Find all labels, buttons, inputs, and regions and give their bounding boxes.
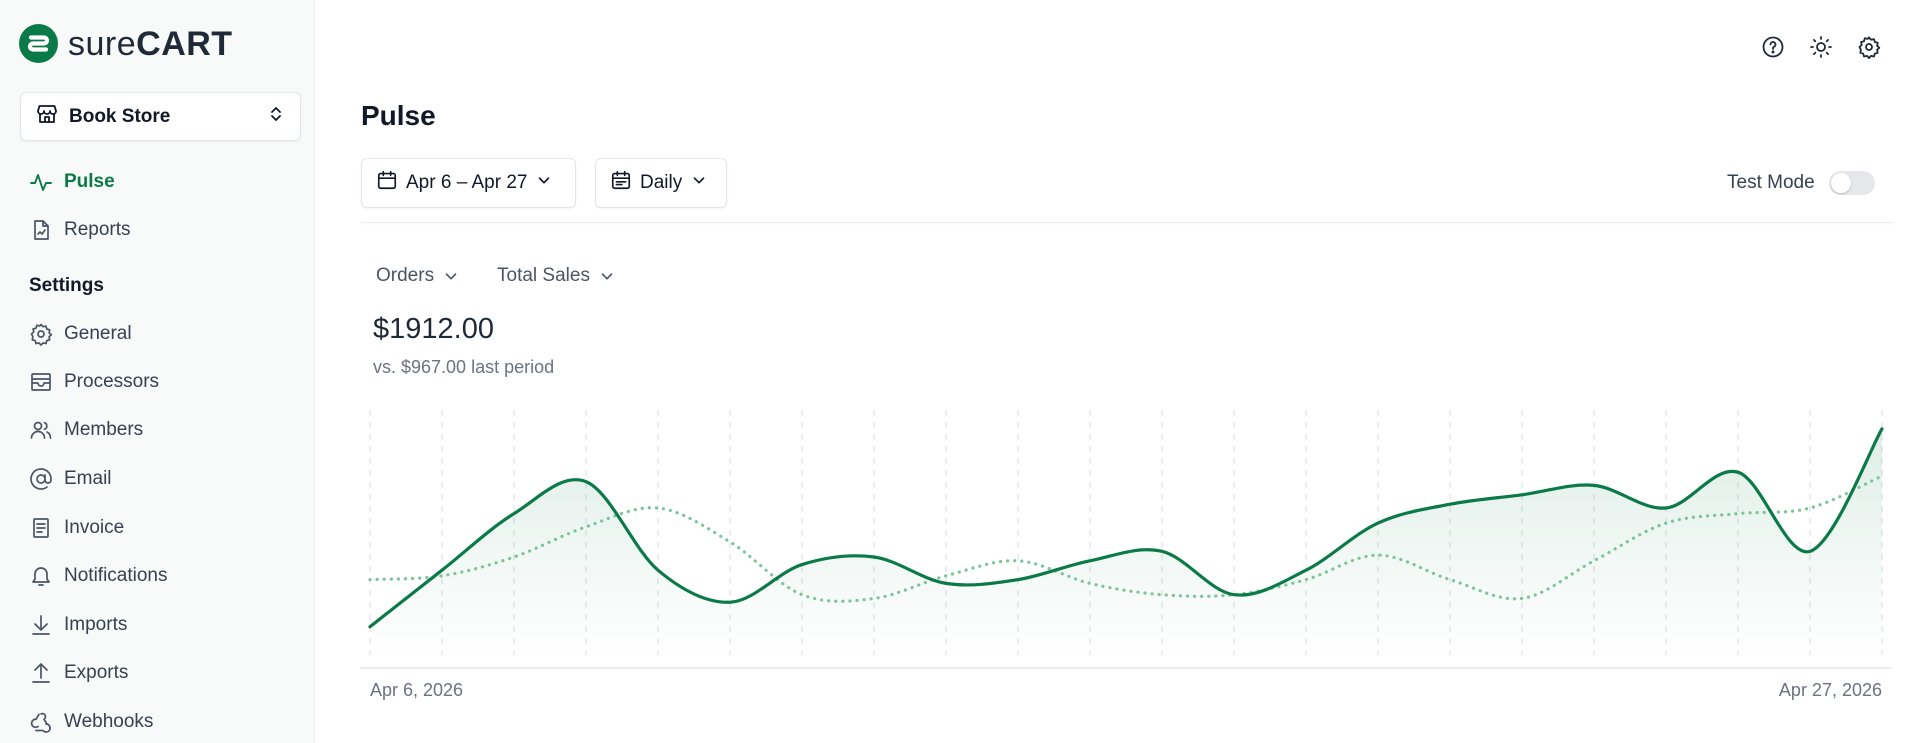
at-icon <box>29 467 53 491</box>
test-mode-toggle[interactable] <box>1828 171 1875 195</box>
metric-dropdown-label: Total Sales <box>497 265 590 286</box>
sidebar-item-general[interactable]: General <box>29 317 132 351</box>
chevron-up-down-icon <box>266 104 286 129</box>
header-divider <box>361 222 1893 223</box>
date-range-label: Apr 6 – Apr 27 <box>406 172 528 193</box>
metric-dropdown-orders[interactable]: Orders <box>376 265 460 287</box>
download-icon <box>29 613 53 637</box>
surecart-logo-icon <box>19 24 58 63</box>
invoice-icon <box>29 516 53 540</box>
sidebar-item-label: Processors <box>64 371 160 392</box>
processor-icon <box>29 370 53 394</box>
chevron-down-icon <box>535 171 553 195</box>
sidebar-item-processors[interactable]: Processors <box>29 365 159 399</box>
series-area-fill <box>370 428 1882 655</box>
date-range-button[interactable]: Apr 6 – Apr 27 <box>361 158 576 208</box>
gear-icon[interactable] <box>1856 34 1882 60</box>
brand-logo[interactable]: sureCART <box>19 24 233 63</box>
total-value: $1912.00 <box>373 313 494 345</box>
sun-icon[interactable] <box>1808 34 1834 60</box>
report-icon <box>29 218 53 242</box>
interval-button[interactable]: Daily <box>595 158 727 208</box>
sidebar-item-label: General <box>64 323 132 344</box>
sidebar-item-exports[interactable]: Exports <box>29 656 128 690</box>
store-selector[interactable]: Book Store <box>20 92 301 141</box>
sales-chart <box>360 410 1892 669</box>
sidebar-item-label: Reports <box>64 219 131 240</box>
sidebar-item-label: Email <box>64 468 112 489</box>
test-mode-control: Test Mode <box>1727 171 1875 195</box>
sidebar-item-label: Webhooks <box>64 711 154 732</box>
comparison-text: vs. $967.00 last period <box>373 357 555 377</box>
sidebar-item-imports[interactable]: Imports <box>29 608 127 642</box>
sidebar-item-webhooks[interactable]: Webhooks <box>29 705 153 739</box>
sidebar-item-label: Pulse <box>64 171 115 192</box>
brand-name: sureCART <box>68 27 233 61</box>
sidebar-item-label: Invoice <box>64 517 125 538</box>
calendar-icon <box>376 169 398 197</box>
activity-icon <box>29 170 53 194</box>
members-icon <box>29 418 53 442</box>
chevron-down-icon <box>690 171 708 195</box>
sidebar-item-pulse[interactable]: Pulse <box>29 165 115 199</box>
store-name: Book Store <box>69 105 171 127</box>
chevron-down-icon <box>445 273 457 280</box>
header-actions <box>1760 34 1882 60</box>
sidebar-item-label: Notifications <box>64 565 168 586</box>
interval-label: Daily <box>640 172 683 193</box>
calendar-list-icon <box>610 169 632 197</box>
test-mode-label: Test Mode <box>1727 172 1815 193</box>
sidebar-item-invoice[interactable]: Invoice <box>29 511 124 545</box>
sidebar-item-email[interactable]: Email <box>29 462 112 496</box>
sidebar-item-notifications[interactable]: Notifications <box>29 559 168 593</box>
brand-name-bold: CART <box>136 24 233 63</box>
x-axis-end-label: Apr 27, 2026 <box>1778 680 1882 700</box>
sidebar-item-label: Members <box>64 419 144 440</box>
webhook-icon <box>29 710 53 734</box>
settings-heading: Settings <box>29 275 104 296</box>
sidebar-item-label: Exports <box>64 662 129 683</box>
help-icon[interactable] <box>1760 34 1786 60</box>
metric-dropdown-total-sales[interactable]: Total Sales <box>497 265 616 287</box>
page-title: Pulse <box>361 100 436 131</box>
sidebar-item-members[interactable]: Members <box>29 413 143 447</box>
brand-name-light: sure <box>68 24 137 63</box>
sidebar-item-reports[interactable]: Reports <box>29 213 131 247</box>
chevron-down-icon <box>601 273 613 280</box>
bell-icon <box>29 564 53 588</box>
upload-icon <box>29 661 53 685</box>
store-icon <box>35 102 59 131</box>
metric-dropdown-label: Orders <box>376 265 435 286</box>
sidebar-item-label: Imports <box>64 614 128 635</box>
gear-icon <box>29 322 53 346</box>
sidebar: sureCART Book Store Pulse Reports Settin… <box>0 0 315 743</box>
x-axis-start-label: Apr 6, 2026 <box>370 680 464 700</box>
